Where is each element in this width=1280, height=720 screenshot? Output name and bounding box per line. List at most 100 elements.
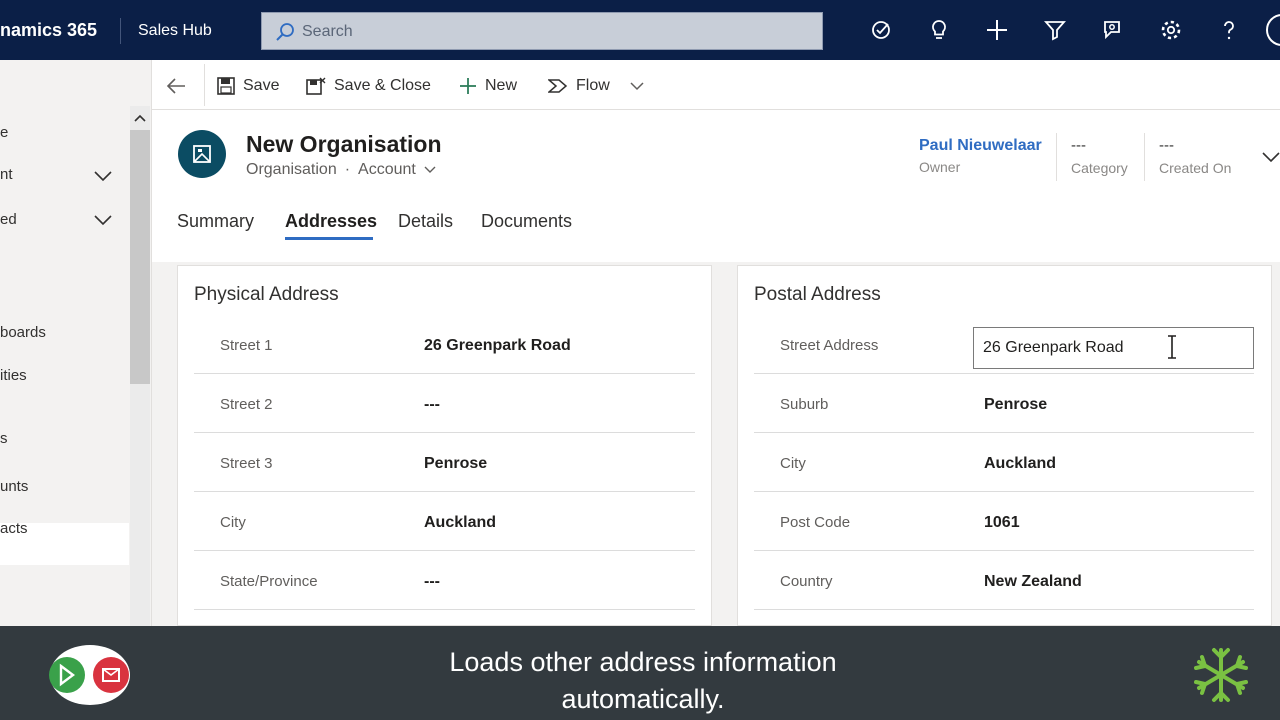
command-bar: Save Save & Close New Flow	[152, 60, 1280, 110]
nav-item-home[interactable]: e	[0, 124, 8, 141]
save-close-label: Save & Close	[334, 77, 431, 94]
field-label: Street 1	[220, 337, 273, 354]
new-label: New	[485, 77, 518, 94]
created-on-label: Created On	[1159, 160, 1232, 176]
field-row[interactable]: State/Province ---	[194, 551, 695, 610]
header-divider	[1056, 133, 1057, 181]
chevron-down-icon[interactable]	[424, 166, 436, 174]
chevron-down-icon[interactable]	[93, 214, 113, 226]
record-header: New Organisation Organisation · Account …	[152, 111, 1280, 261]
subtitle-separator: ·	[344, 161, 351, 178]
section-title: Postal Address	[754, 284, 881, 305]
tab-documents[interactable]: Documents	[481, 211, 572, 232]
command-divider	[204, 64, 205, 106]
save-close-button[interactable]: Save & Close	[306, 75, 431, 97]
nav-item-contacts[interactable]: acts	[0, 520, 28, 537]
active-tab-indicator	[285, 237, 373, 240]
nav-item-activities[interactable]: ities	[0, 367, 27, 384]
field-value[interactable]: 1061	[984, 514, 1020, 532]
chevron-down-icon[interactable]	[1262, 151, 1280, 163]
field-value[interactable]: Penrose	[424, 455, 487, 473]
nav-scrollbar-thumb[interactable]	[130, 130, 150, 384]
flow-button[interactable]: Flow	[548, 75, 644, 97]
owner-name[interactable]: Paul Nieuwelaar	[919, 137, 1042, 155]
tab-addresses[interactable]: Addresses	[285, 211, 377, 232]
field-row[interactable]: Street 3 Penrose	[194, 433, 695, 492]
field-label: City	[780, 455, 806, 472]
nav-item-dashboards[interactable]: boards	[0, 324, 46, 341]
field-value[interactable]: Auckland	[984, 455, 1056, 473]
back-button[interactable]	[166, 75, 186, 97]
nav-item-pinned[interactable]: ed	[0, 211, 17, 228]
nav-item-section[interactable]: s	[0, 430, 8, 447]
field-row[interactable]: Post Code 1061	[754, 492, 1254, 551]
app-name[interactable]: Sales Hub	[138, 22, 212, 40]
nav-item-recent[interactable]: nt	[0, 166, 13, 183]
field-value[interactable]: Auckland	[424, 514, 496, 532]
category-value: ---	[1071, 137, 1086, 154]
text-cursor-icon	[1168, 335, 1176, 359]
field-row[interactable]: Street 1 26 Greenpark Road	[194, 315, 695, 374]
scroll-up-icon[interactable]	[133, 113, 147, 123]
section-title: Physical Address	[194, 284, 339, 305]
form-content: Physical Address Street 1 26 Greenpark R…	[152, 262, 1280, 626]
brand-mark-icon	[1194, 648, 1248, 702]
field-value[interactable]: ---	[424, 573, 440, 591]
field-label: Suburb	[780, 396, 829, 413]
save-icon	[217, 77, 235, 95]
save-close-icon	[306, 77, 326, 95]
entity-name: Organisation	[246, 161, 337, 178]
task-check-icon[interactable]	[869, 18, 893, 42]
filter-icon[interactable]	[1043, 18, 1067, 42]
field-label: Street 2	[220, 396, 273, 413]
field-value[interactable]: New Zealand	[984, 573, 1082, 591]
caption-line-2: automatically.	[561, 684, 725, 714]
chevron-down-icon	[630, 82, 644, 91]
save-button[interactable]: Save	[217, 75, 279, 97]
owner-label: Owner	[919, 159, 961, 175]
search-box[interactable]: Search	[261, 12, 823, 50]
field-row[interactable]: Suburb Penrose	[754, 374, 1254, 433]
field-row[interactable]: Country New Zealand	[754, 551, 1254, 610]
help-icon[interactable]	[1217, 18, 1241, 42]
tab-summary[interactable]: Summary	[177, 211, 254, 232]
caption-text: Loads other address information automati…	[320, 644, 966, 718]
avatar-icon[interactable]	[1266, 14, 1280, 46]
field-row[interactable]: Street Address	[754, 315, 1254, 374]
street-address-input[interactable]	[973, 327, 1254, 369]
video-caption-bar: Loads other address information automati…	[0, 626, 1280, 720]
chevron-down-icon[interactable]	[93, 170, 113, 182]
lightbulb-icon[interactable]	[927, 18, 951, 42]
plus-icon[interactable]	[985, 18, 1009, 42]
tab-details[interactable]: Details	[398, 211, 453, 232]
field-row[interactable]: City Auckland	[754, 433, 1254, 492]
category-field: --- Category	[1071, 137, 1128, 176]
search-icon	[276, 23, 294, 41]
field-row[interactable]: Street 2 ---	[194, 374, 695, 433]
record-subtitle: Organisation · Account	[246, 161, 436, 179]
flow-icon	[548, 79, 568, 93]
created-on-field: --- Created On	[1159, 137, 1231, 176]
owner-field[interactable]: Paul Nieuwelaar Owner	[919, 137, 1042, 175]
organisation-entity-icon	[178, 130, 226, 178]
form-selector[interactable]: Account	[358, 161, 416, 179]
field-label: Post Code	[780, 514, 851, 531]
new-button[interactable]: New	[459, 75, 517, 97]
product-name[interactable]: namics 365	[0, 20, 97, 41]
save-label: Save	[243, 77, 280, 94]
field-value[interactable]: ---	[424, 396, 440, 414]
field-label: City	[220, 514, 246, 531]
field-row[interactable]: City Auckland	[194, 492, 695, 551]
plus-icon	[460, 78, 476, 94]
gear-icon[interactable]	[1159, 18, 1183, 42]
nav-item-accounts[interactable]: unts	[0, 478, 28, 495]
field-value[interactable]: 26 Greenpark Road	[424, 337, 571, 355]
header-divider	[1144, 133, 1145, 181]
category-label: Category	[1071, 160, 1128, 176]
field-value[interactable]: Penrose	[984, 396, 1047, 414]
field-label: Street 3	[220, 455, 273, 472]
created-on-value: ---	[1159, 137, 1174, 154]
physical-address-section: Physical Address Street 1 26 Greenpark R…	[177, 265, 712, 626]
field-label: Street Address	[780, 337, 879, 354]
assistant-icon[interactable]	[1101, 18, 1125, 42]
